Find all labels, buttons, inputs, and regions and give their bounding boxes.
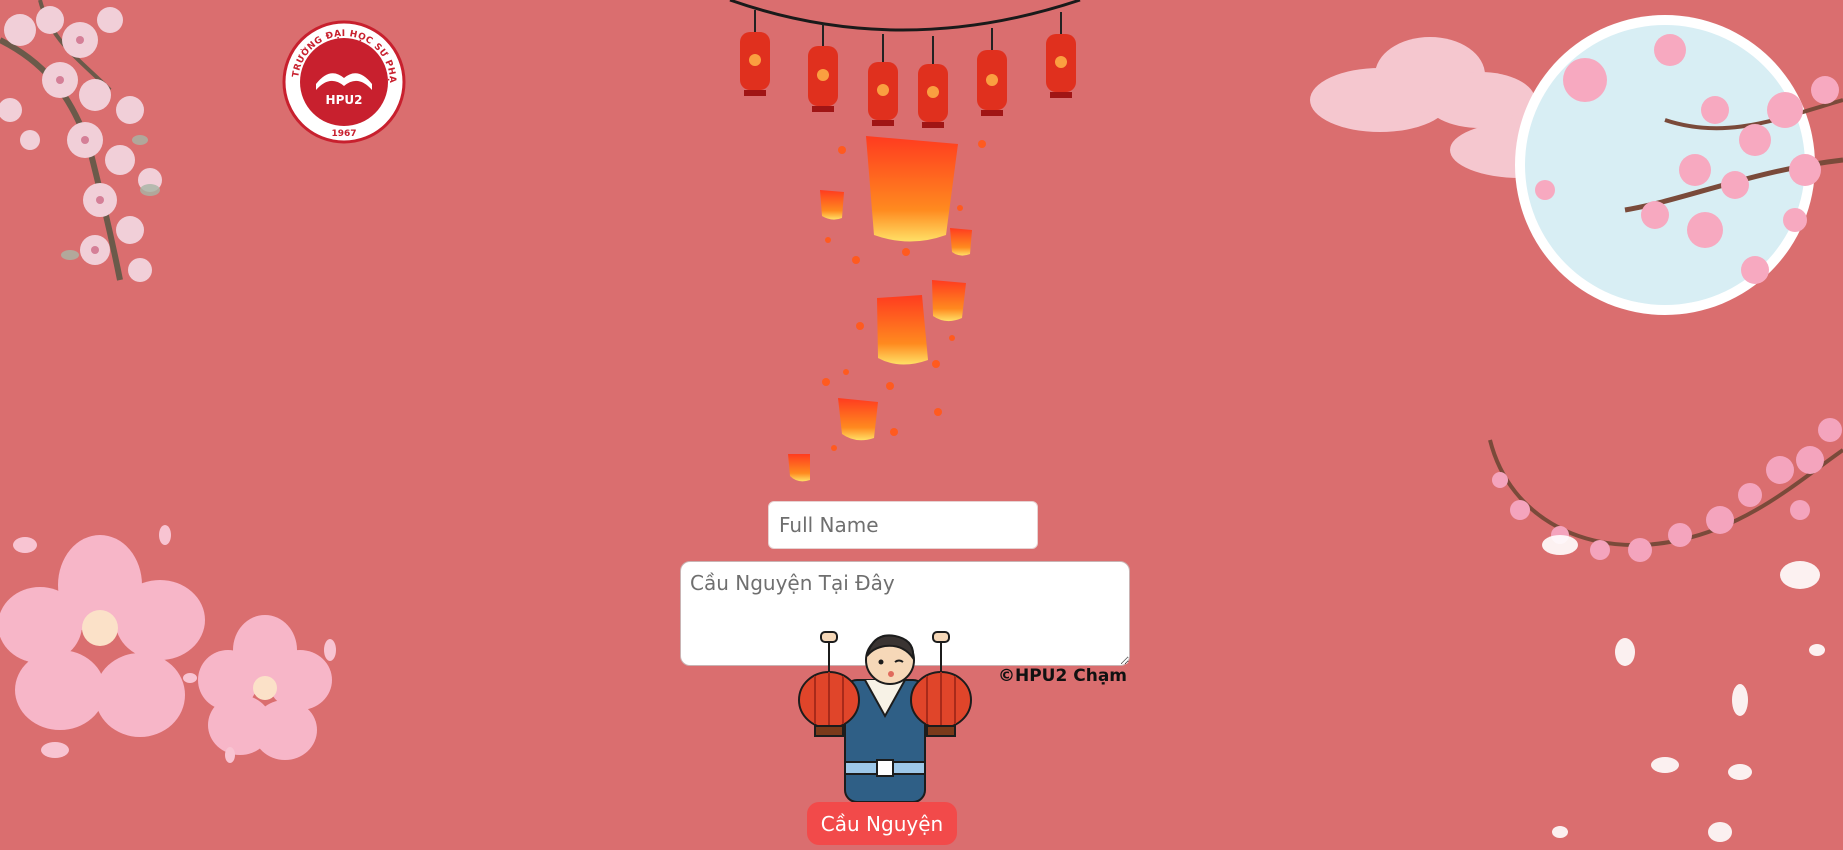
cherry-blossom-branch-icon xyxy=(0,0,162,282)
full-name-input[interactable] xyxy=(768,501,1038,549)
blossom-flower-icon xyxy=(0,525,336,763)
pray-submit-button[interactable]: Cầu Nguyện xyxy=(807,802,957,845)
lantern-boy-illustration xyxy=(798,631,972,803)
hanging-lantern-icon xyxy=(977,28,1007,116)
hanging-lantern-icon xyxy=(740,10,770,96)
petal-icon xyxy=(1542,535,1825,842)
sky-lantern-icon xyxy=(932,280,966,322)
hanging-lantern-icon xyxy=(918,36,948,128)
hanging-lantern-icon xyxy=(808,24,838,112)
hanging-lantern-icon xyxy=(868,34,898,126)
sky-lantern-icon xyxy=(838,398,878,441)
sky-lantern-icon xyxy=(950,228,972,256)
sky-lanterns xyxy=(788,136,986,482)
logo-center-text: HPU2 xyxy=(326,93,363,107)
moon-icon xyxy=(1515,15,1843,315)
sky-lantern-icon xyxy=(877,295,928,365)
sky-lantern-icon xyxy=(866,136,958,242)
hanging-lanterns xyxy=(729,0,1081,128)
sky-lantern-icon xyxy=(788,454,810,482)
sky-lantern-icon xyxy=(820,190,844,220)
hanging-lantern-icon xyxy=(1046,12,1076,98)
university-logo: TRƯỜNG ĐẠI HỌC SƯ PHẠM HÀ NỘI 2 HPU2 196… xyxy=(277,11,406,144)
credit-text: ©HPU2 Chạm xyxy=(998,666,1128,686)
logo-year: 1967 xyxy=(331,129,356,139)
